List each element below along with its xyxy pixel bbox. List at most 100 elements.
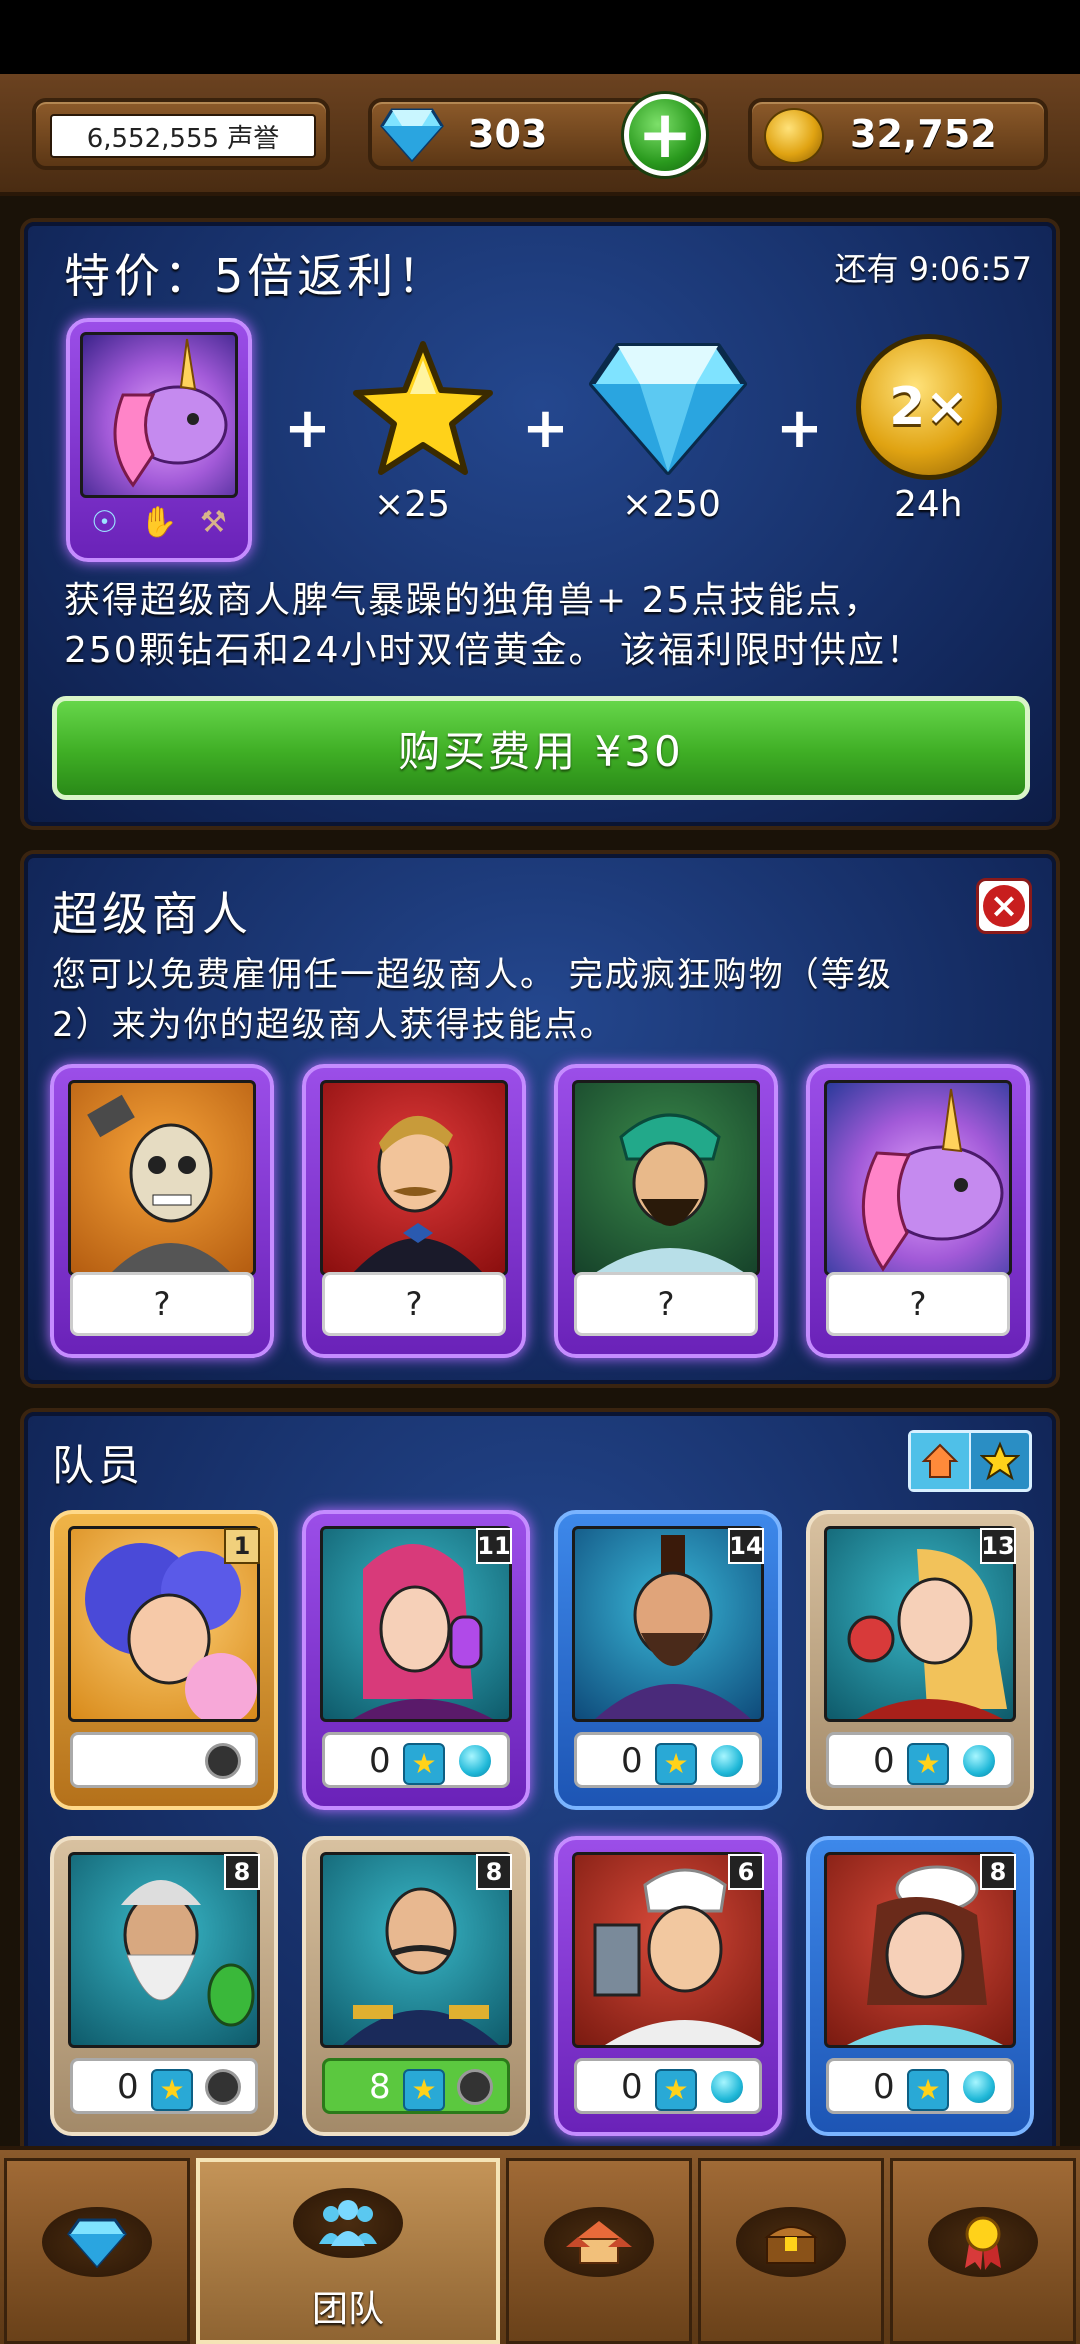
tab-buildings[interactable]: [506, 2158, 692, 2344]
home-filter-button[interactable]: [911, 1433, 971, 1489]
team-member-card[interactable]: 6 0 ★: [554, 1836, 782, 2136]
plus-sign: +: [522, 396, 569, 461]
offer-description: 获得超级商人脾气暴躁的独角兽+ 25点技能点， 250颗钻石和24小时双倍黄金。…: [64, 576, 924, 676]
resource-bar: 6,552,555 声誉 303 32,752: [0, 74, 1080, 196]
super-merchant-title: 超级商人: [52, 887, 252, 941]
skill-points: 0: [621, 2067, 643, 2107]
reputation-value: 6,552,555 声誉: [50, 114, 316, 158]
member-status-bar: 0 ★: [574, 2058, 762, 2114]
offer-timer: 还有 9:06:57: [834, 250, 1032, 288]
special-offer-panel: 特价：5倍返利！ 还有 9:06:57 ☉ ✋ ⚒ + ×25 + ×250 +: [24, 222, 1056, 826]
double-gold-reward-label: 24h: [894, 484, 963, 525]
tab-chest[interactable]: [698, 2158, 884, 2344]
tab-shop[interactable]: [4, 2158, 190, 2344]
merchant-card-label: ?: [70, 1272, 254, 1336]
skill-star-icon: ★: [907, 2069, 949, 2111]
gentleman-portrait: [320, 1080, 508, 1276]
double-gold-icon: 2×: [856, 334, 1002, 480]
super-merchant-description-line1: 您可以免费雇佣任一超级商人。 完成疯狂购物（等级: [52, 955, 893, 995]
status-dot-icon: [961, 2069, 997, 2105]
merchant-card[interactable]: ?: [302, 1064, 526, 1358]
diamond-reward-label: ×250: [622, 484, 721, 525]
team-member-card[interactable]: 11 0 ★: [302, 1510, 530, 1810]
member-status-bar: 8 ★: [322, 2058, 510, 2114]
level-badge: 1: [224, 1528, 260, 1564]
team-member-card[interactable]: 8 0 ★: [806, 1836, 1034, 2136]
merchant-card[interactable]: ?: [50, 1064, 274, 1358]
turban-warrior-portrait: [572, 1080, 760, 1276]
reputation-panel: 6,552,555 声誉: [32, 98, 330, 170]
medal-icon: [928, 2207, 1038, 2277]
team-member-card[interactable]: 8 8 ★: [302, 1836, 530, 2136]
chest-icon: [736, 2207, 846, 2277]
star-reward-label: ×25: [374, 484, 450, 525]
skill-star-icon: ★: [907, 1743, 949, 1785]
skill-star-icon: ★: [403, 1743, 445, 1785]
plus-sign: +: [284, 396, 331, 461]
super-merchant-panel: 超级商人 × 您可以免费雇佣任一超级商人。 完成疯狂购物（等级 2）来为你的超级…: [24, 854, 1056, 1384]
add-gems-button[interactable]: +: [624, 94, 706, 176]
plus-icon: +: [637, 96, 693, 173]
hammer-icon: ⚒: [199, 504, 227, 540]
diamond-icon: [589, 343, 747, 475]
star-icon: [980, 1441, 1020, 1481]
star-icon: [353, 341, 493, 475]
skill-star-icon: ★: [655, 2069, 697, 2111]
angel-icon: ☉: [91, 504, 119, 540]
bottom-nav: 团队: [0, 2146, 1080, 2344]
gold-panel: 32,752: [748, 98, 1048, 170]
merchant-card[interactable]: ?: [806, 1064, 1030, 1358]
team-member-card[interactable]: 1: [50, 1510, 278, 1810]
status-dot-icon: [205, 1743, 241, 1779]
merchant-card[interactable]: ?: [554, 1064, 778, 1358]
buy-button[interactable]: 购买费用 ¥30: [52, 696, 1030, 800]
level-badge: 13: [980, 1528, 1016, 1564]
member-status-bar: 0 ★: [70, 2058, 258, 2114]
status-dot-icon: [457, 2069, 493, 2105]
offer-description-line2: 250颗钻石和24小时双倍黄金。 该福利限时供应！: [64, 630, 924, 671]
skill-points: 0: [369, 1741, 391, 1781]
team-member-card[interactable]: 8 0 ★: [50, 1836, 278, 2136]
member-status-bar: 0 ★: [826, 2058, 1014, 2114]
skill-points: 0: [117, 2067, 139, 2107]
team-member-card[interactable]: 13 0 ★: [806, 1510, 1034, 1810]
close-icon: ×: [983, 885, 1025, 927]
team-member-card[interactable]: 14 0 ★: [554, 1510, 782, 1810]
unicorn-portrait: [80, 332, 238, 498]
buy-button-label: 购买费用 ¥30: [398, 726, 684, 776]
status-dot-icon: [709, 2069, 745, 2105]
member-status-bar: 0 ★: [574, 1732, 762, 1788]
gold-coin-icon: [764, 108, 824, 164]
merchant-card-label: ?: [826, 1272, 1010, 1336]
close-button[interactable]: ×: [976, 878, 1032, 934]
tab-team[interactable]: 团队: [196, 2158, 500, 2344]
status-dot-icon: [709, 1743, 745, 1779]
tab-achievements[interactable]: [890, 2158, 1076, 2344]
level-badge: 8: [980, 1854, 1016, 1890]
member-status-bar: [70, 1732, 258, 1788]
skill-points: 8: [369, 2067, 391, 2107]
star-filter-button[interactable]: [971, 1433, 1029, 1489]
offer-description-line1: 获得超级商人脾气暴躁的独角兽+ 25点技能点，: [64, 580, 882, 621]
member-status-bar: 0 ★: [322, 1732, 510, 1788]
member-status-bar: 0 ★: [826, 1732, 1014, 1788]
team-title: 队员: [52, 1441, 145, 1490]
tab-team-label: 团队: [311, 2289, 384, 2330]
diamond-shop-icon: [42, 2207, 152, 2277]
status-dot-icon: [205, 2069, 241, 2105]
merchant-card-label: ?: [574, 1272, 758, 1336]
skill-star-icon: ★: [151, 2069, 193, 2111]
skill-star-icon: ★: [403, 2069, 445, 2111]
super-merchant-description-line2: 2）来为你的超级商人获得技能点。: [52, 1005, 616, 1045]
gold-count: 32,752: [850, 112, 997, 156]
skill-points: 0: [873, 2067, 895, 2107]
double-badge: 2×: [889, 377, 969, 437]
level-badge: 8: [476, 1854, 512, 1890]
super-merchant-description: 您可以免费雇佣任一超级商人。 完成疯狂购物（等级 2）来为你的超级商人获得技能点…: [52, 950, 893, 1050]
skill-points: 0: [873, 1741, 895, 1781]
unicorn-portrait: [824, 1080, 1012, 1276]
team-filter: [908, 1430, 1032, 1492]
team-icon: [293, 2188, 403, 2258]
status-dot-icon: [457, 1743, 493, 1779]
level-badge: 11: [476, 1528, 512, 1564]
